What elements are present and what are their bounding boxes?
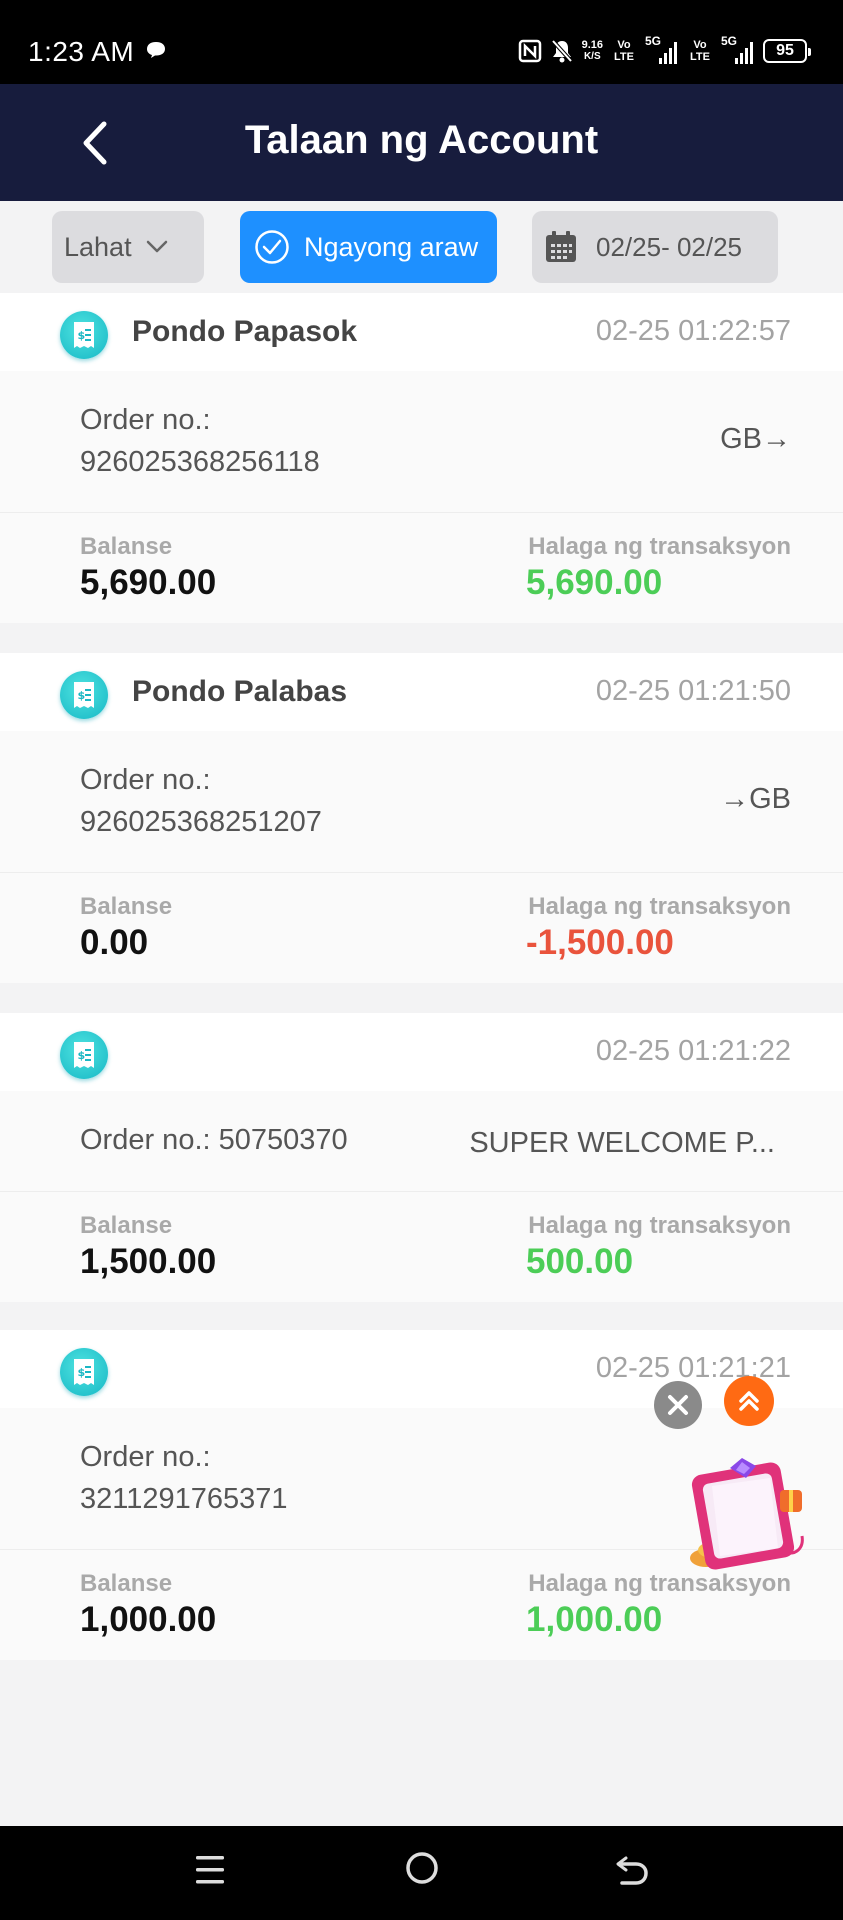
svg-text:$: $ [78,1366,86,1379]
order-label: Order no.: [80,404,211,436]
record-channel: →GB [720,783,791,815]
balance-label: Balanse [80,1570,173,1597]
status-time: 1:23 AM [28,36,135,67]
system-nav-bar [0,1826,843,1920]
page-title: Talaan ng Account [244,118,599,162]
record-channel: GB→ [720,423,791,455]
record-header: $ 02-25 01:21:21 [0,1330,843,1408]
home-icon[interactable] [404,1850,440,1886]
type-filter-label: Lahat [64,231,132,262]
bell-muted-icon [551,39,573,63]
balance-value: 0.00 [80,923,149,962]
order-number: 926025368251207 [80,806,322,838]
svg-text:$: $ [78,1049,86,1062]
back-icon[interactable] [614,1852,650,1888]
receipt-icon: $ [60,1348,108,1396]
svg-text:$: $ [78,689,86,702]
gift-box-icon[interactable] [684,1452,816,1582]
transaction-record[interactable]: $ 02-25 01:21:22 Order no.: 50750370 SUP… [0,1013,843,1302]
record-header: $ Pondo Papasok 02-25 01:22:57 [0,293,843,371]
message-icon [147,42,165,58]
balance-label: Balanse [80,533,173,560]
balance-value: 1,000.00 [80,1600,217,1639]
svg-text:$: $ [78,329,86,342]
order-label: Order no.: [80,1441,211,1473]
volte-1: Vo LTE [614,39,634,63]
record-amounts: Balanse 0.00 Halaga ng transaksyon -1,50… [0,873,843,983]
scroll-top-button[interactable] [724,1376,774,1426]
today-filter-button[interactable]: Ngayong araw [240,211,497,283]
signal-1: 5G [645,34,679,66]
date-range-label: 02/25- 02/25 [596,231,743,262]
battery-indicator: 95 [763,39,811,63]
record-details: Order no.: 926025368251207 →GB [0,731,843,873]
type-filter-dropdown[interactable]: Lahat [52,211,204,283]
balance-value: 5,690.00 [80,563,217,602]
order-number: 926025368256118 [80,446,320,478]
chevron-down-icon [146,240,167,253]
receipt-icon: $ [60,671,108,719]
balance-label: Balanse [80,893,173,920]
balance-value: 1,500.00 [80,1242,217,1281]
net-speed-value: 9.16 [581,39,603,51]
record-type: Pondo Palabas [132,675,348,708]
nfc-icon [518,39,541,63]
order-label: Order no.: [80,764,211,796]
order-number: 3211291765371 [80,1483,288,1515]
double-chevron-up-icon [739,1391,759,1411]
amount-value: 500.00 [526,1242,634,1281]
app-header: Talaan ng Account [0,84,843,201]
record-header: $ 02-25 01:21:22 [0,1013,843,1091]
close-promo-button[interactable] [654,1381,702,1429]
record-details: Order no.: 50750370 SUPER WELCOME P... [0,1091,843,1192]
status-icons: 9.16 K/S Vo LTE 5G Vo LTE 5G 95 [518,34,811,68]
calendar-icon [546,231,576,262]
network-type-1: 5G [645,34,662,48]
record-amounts: Balanse 1,500.00 Halaga ng transaksyon 5… [0,1192,843,1302]
receipt-icon: $ [60,311,108,359]
amount-label: Halaga ng transaksyon [528,533,791,560]
close-icon [668,1395,688,1415]
check-circle-icon [255,230,289,264]
record-time: 02-25 01:21:50 [595,675,791,707]
menu-icon[interactable] [194,1852,226,1888]
today-filter-label: Ngayong araw [304,231,479,262]
transaction-record[interactable]: $ Pondo Papasok 02-25 01:22:57 Order no.… [0,293,843,623]
balance-label: Balanse [80,1212,173,1239]
record-header: $ Pondo Palabas 02-25 01:21:50 [0,653,843,731]
record-type: Pondo Papasok [132,315,358,348]
record-time: 02-25 01:21:22 [595,1035,791,1067]
volte-2: Vo LTE [690,39,710,63]
amount-value: -1,500.00 [526,923,674,962]
net-speed-unit: K/S [583,51,601,62]
date-range-picker[interactable]: 02/25- 02/25 [532,211,778,283]
filter-bar: Lahat Ngayong araw 02/25- 02/25 [0,201,843,293]
amount-label: Halaga ng transaksyon [528,893,791,920]
amount-label: Halaga ng transaksyon [528,1212,791,1239]
order-number: Order no.: 50750370 [80,1124,348,1156]
record-amounts: Balanse 5,690.00 Halaga ng transaksyon 5… [0,513,843,623]
transaction-record[interactable]: $ Pondo Palabas 02-25 01:21:50 Order no.… [0,653,843,983]
amount-value: 5,690.00 [526,563,663,602]
signal-2: 5G [721,34,755,66]
net-speed: 9.16 K/S [582,39,603,63]
record-channel: SUPER WELCOME P... [469,1127,775,1159]
record-time: 02-25 01:22:57 [595,315,791,347]
receipt-icon: $ [60,1031,108,1079]
status-bar: 1:23 AM 9.16 K/S Vo LTE 5G Vo LTE 5G 95 [0,0,843,84]
record-details: Order no.: 926025368256118 GB→ [0,371,843,513]
battery-level: 95 [776,42,794,59]
network-type-2: 5G [721,34,738,48]
amount-value: 1,000.00 [526,1600,663,1639]
